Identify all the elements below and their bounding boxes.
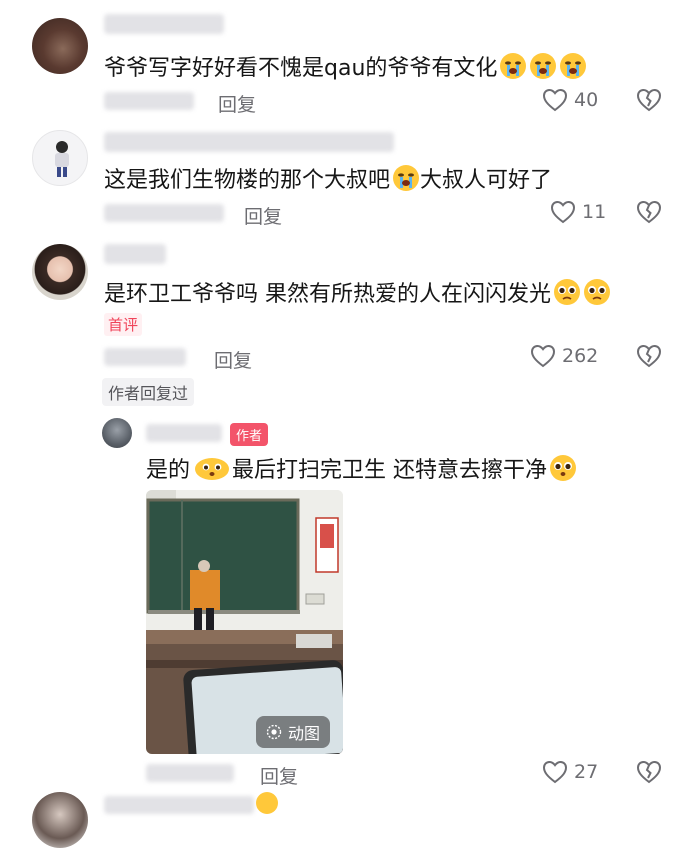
crying-face-icon [529, 52, 557, 80]
broken-heart-icon [636, 760, 662, 784]
heart-icon [542, 760, 568, 784]
cartoon-figure-icon [55, 141, 69, 177]
classroom-photo [146, 490, 343, 754]
comment-text: 这是我们生物楼的那个大叔吧 大叔人可好了 [104, 164, 552, 196]
like-button[interactable]: 40 [542, 88, 598, 112]
dislike-button[interactable] [636, 200, 662, 228]
pinned-badge: 首评 [104, 313, 143, 336]
heart-icon [542, 88, 568, 112]
crying-face-icon [392, 164, 420, 192]
pleading-face-icon [549, 454, 577, 482]
like-button[interactable]: 11 [550, 200, 606, 224]
comment-text: 是环卫工爷爷吗 果然有所热爱的人在闪闪发光 [104, 278, 611, 310]
heart-icon [550, 200, 576, 224]
reply-gif-image[interactable]: 动图 [146, 490, 343, 754]
like-count: 262 [562, 345, 599, 367]
reply-button[interactable]: 回复 [214, 346, 252, 373]
avatar[interactable] [32, 18, 88, 74]
username-blurred[interactable] [104, 132, 394, 152]
dislike-button[interactable] [636, 344, 662, 372]
heart-icon [530, 344, 556, 368]
gif-badge: 动图 [256, 716, 331, 748]
timestamp-blurred [104, 92, 194, 110]
like-button[interactable]: 262 [530, 344, 598, 368]
author-replied-tag[interactable]: 作者回复过 [102, 378, 195, 406]
avatar[interactable] [32, 130, 88, 186]
username-blurred[interactable] [104, 796, 254, 814]
reply-button[interactable]: 回复 [218, 90, 256, 117]
pleading-face-icon [583, 278, 611, 306]
dislike-button[interactable] [636, 88, 662, 116]
crying-face-icon [559, 52, 587, 80]
like-count: 27 [574, 761, 599, 783]
flushed-face-icon [192, 454, 232, 482]
pleading-face-icon [553, 278, 581, 306]
broken-heart-icon [636, 88, 662, 112]
like-count: 11 [582, 201, 607, 223]
username-blurred[interactable] [146, 424, 222, 442]
author-badge: 作者 [230, 423, 269, 446]
username-blurred[interactable] [104, 244, 166, 264]
dislike-button[interactable] [636, 760, 662, 788]
crying-face-icon [499, 52, 527, 80]
reply-button[interactable]: 回复 [244, 202, 282, 229]
avatar[interactable] [32, 792, 88, 848]
like-button[interactable]: 27 [542, 760, 598, 784]
timestamp-blurred [146, 764, 234, 782]
timestamp-blurred [104, 348, 186, 366]
reply-text: 是的 最后打扫完卫生 还特意去擦干净 [146, 454, 577, 486]
broken-heart-icon [636, 344, 662, 368]
comment-text: 爷爷写字好好看不愧是qau的爷爷有文化 [104, 52, 587, 84]
username-blurred[interactable] [104, 14, 224, 34]
like-count: 40 [574, 89, 599, 111]
live-icon [266, 724, 282, 740]
avatar[interactable] [32, 244, 88, 300]
timestamp-blurred [104, 204, 224, 222]
author-avatar[interactable] [102, 418, 132, 448]
broken-heart-icon [636, 200, 662, 224]
reply-button[interactable]: 回复 [260, 762, 298, 789]
